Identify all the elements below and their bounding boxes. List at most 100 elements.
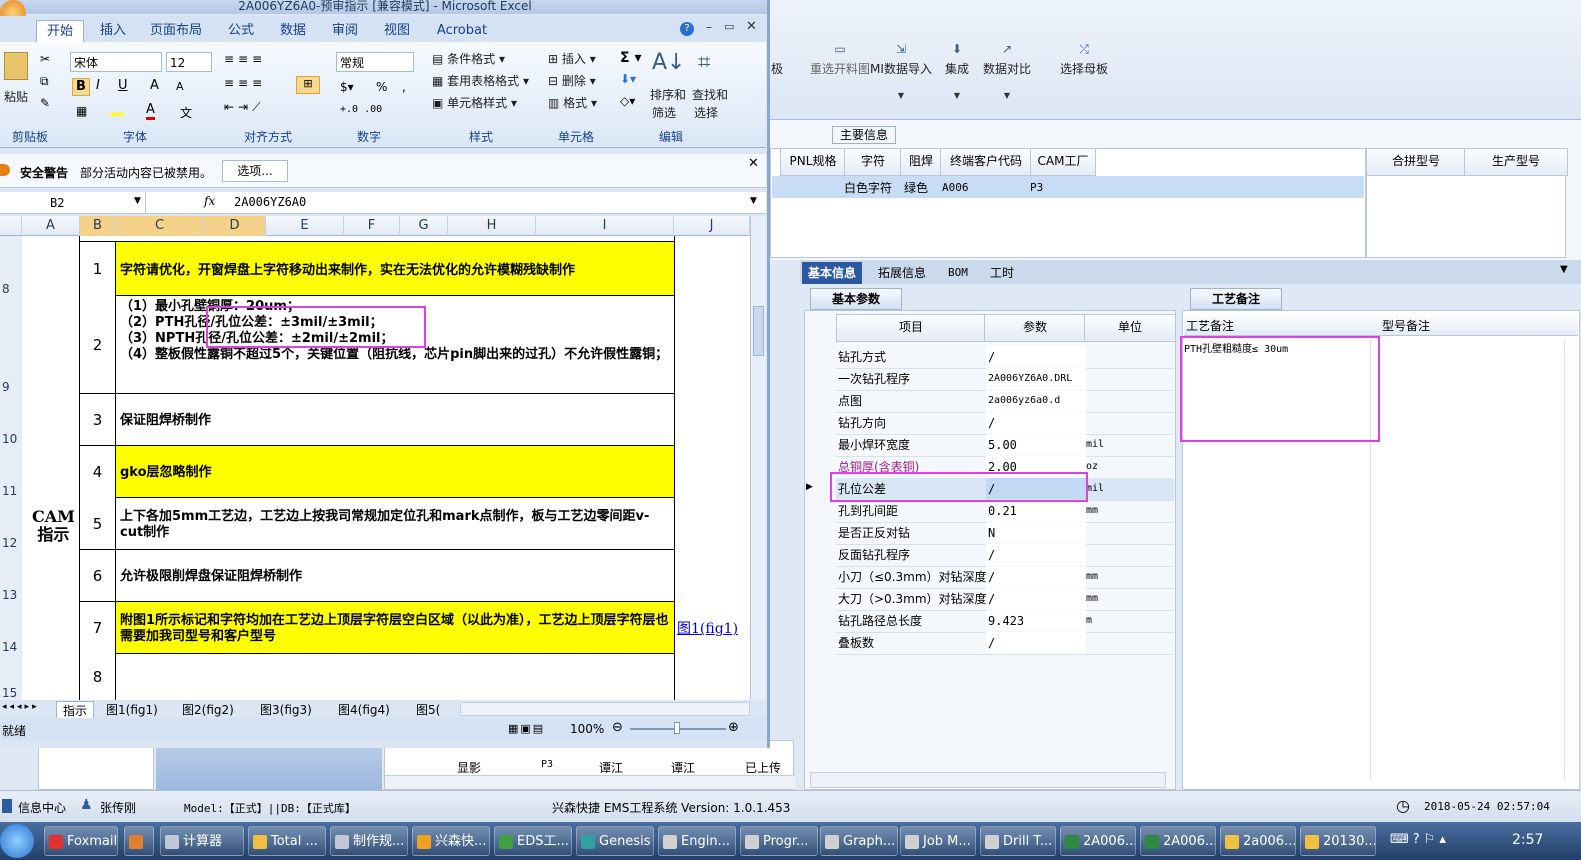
row-header[interactable]: 12 <box>0 498 22 551</box>
select-all[interactable] <box>0 216 22 236</box>
list-item[interactable]: 孔到孔间距 0.21 mm <box>836 500 1174 523</box>
col-header-b[interactable]: B <box>80 216 116 236</box>
close-icon[interactable]: ✕ <box>746 19 757 34</box>
chevron-down-icon[interactable]: ▼ <box>1560 264 1568 275</box>
col-header-production-model[interactable]: 生产型号 <box>1464 148 1568 176</box>
taskbar-item-foxmail[interactable]: Foxmail <box>44 826 118 856</box>
scrollbar[interactable] <box>385 775 795 789</box>
cam-label-cell[interactable] <box>22 236 80 700</box>
integrate-button[interactable]: ⬇ 集成 ▼ <box>940 42 974 100</box>
list-item[interactable]: 点图 2a006yz6a0.d <box>836 390 1174 413</box>
col-header-cam-factory[interactable]: CAM工厂 <box>1030 148 1096 176</box>
row-number-cell[interactable]: 4 <box>80 446 116 498</box>
table-format-button[interactable]: ▦ 套用表格格式 ▾ <box>432 72 529 89</box>
col-header-mask[interactable]: 阻焊 <box>900 148 942 176</box>
shrink-font-button[interactable]: A <box>176 80 184 93</box>
sheet-nav-icons[interactable]: ◂◂◂▸▸ <box>2 702 40 712</box>
restore-icon[interactable]: ▭ <box>724 20 734 33</box>
col-header-merged-model[interactable]: 合拼型号 <box>1366 148 1466 176</box>
sheet-tab-fig5[interactable]: 图5( <box>416 701 440 718</box>
scrollbar[interactable] <box>810 772 1166 788</box>
param-value[interactable]: 2A006YZ6A0.DRL <box>986 368 1086 389</box>
taskbar-clock[interactable]: 2:57 <box>1512 832 1543 848</box>
format-painter-icon[interactable]: ✎ <box>40 96 50 110</box>
start-button-icon[interactable] <box>0 824 34 858</box>
taskbar-item-drill[interactable]: Drill T... <box>980 826 1056 856</box>
param-value[interactable]: / <box>986 632 1086 653</box>
cell-style-button[interactable]: ▣ 单元格样式 ▾ <box>432 94 517 111</box>
list-item[interactable]: 一次钻孔程序 2A006YZ6A0.DRL <box>836 368 1174 391</box>
row-header[interactable]: 9 <box>0 296 22 395</box>
taskbar-item-xingsen[interactable]: 兴森快... <box>412 826 490 856</box>
param-value[interactable]: / <box>986 588 1086 609</box>
row-header[interactable]: 8 <box>0 242 22 297</box>
param-value[interactable]: N <box>986 522 1086 543</box>
row-text-cell[interactable]: 允许极限削焊盘保证阻焊桥制作 <box>116 566 674 588</box>
sort-filter-icon[interactable]: A↓ <box>652 50 685 75</box>
minimize-icon[interactable]: – <box>706 20 712 34</box>
sum-icon[interactable]: Σ ▾ <box>620 50 641 66</box>
taskbar-item-rules[interactable]: 制作规... <box>330 826 408 856</box>
param-value[interactable]: / <box>986 566 1086 587</box>
col-header-char[interactable]: 字符 <box>844 148 902 176</box>
fill-color-icon[interactable] <box>110 104 124 116</box>
col-header-customer-code[interactable]: 终端客户代码 <box>940 148 1032 176</box>
align-top-icons[interactable]: ≡≡≡ <box>224 52 310 72</box>
row-text-cell[interactable]: 上下各加5mm工艺边，工艺边上按我司常规加定位孔和mark点制作，板与工艺边零间… <box>116 506 674 544</box>
param-value[interactable]: 2a006yz6a0.d <box>986 390 1086 411</box>
tab-view[interactable]: 视图 <box>374 20 420 42</box>
tab-process-notes[interactable]: 工艺备注 <box>1190 288 1282 310</box>
param-value[interactable]: 9.423 <box>986 610 1086 631</box>
list-item[interactable]: 反面钻孔程序 / <box>836 544 1174 567</box>
zoom-in-icon[interactable]: ⊕ <box>728 720 739 735</box>
ribbon-button-partial[interactable]: 极 <box>770 42 784 77</box>
taskbar-item-calculator[interactable]: 计算器 <box>160 826 244 856</box>
zoom-out-icon[interactable]: ⊖ <box>612 720 623 735</box>
col-header-g[interactable]: G <box>400 216 448 236</box>
col-header-a[interactable]: A <box>22 216 80 236</box>
copy-icon[interactable]: ⧉ <box>40 74 49 89</box>
underline-button[interactable]: U <box>118 78 128 93</box>
mi-import-button[interactable]: ⇲ MI数据导入 ▼ <box>866 42 936 100</box>
find-select-label-2[interactable]: 选择 <box>694 104 718 121</box>
tab-acrobat[interactable]: Acrobat <box>430 20 494 42</box>
col-header-unit[interactable]: 单位 <box>1084 314 1176 342</box>
font-size-select[interactable]: 12 <box>166 52 212 72</box>
delete-button[interactable]: ⊟ 删除 ▾ <box>548 72 596 89</box>
grow-font-button[interactable]: A <box>150 78 159 93</box>
tab-review[interactable]: 审阅 <box>322 20 368 42</box>
list-item[interactable]: 钻孔方向 / <box>836 412 1174 435</box>
cut-icon[interactable]: ✂ <box>40 52 50 66</box>
taskbar-item-genesis[interactable]: Genesis <box>576 826 654 856</box>
col-header-pnl[interactable]: PNL规格 <box>780 148 846 176</box>
taskbar-item-excel-1[interactable]: 2A006... <box>1060 826 1136 856</box>
font-color-icon[interactable]: A <box>146 102 155 120</box>
expand-formula-icon[interactable]: ▼ <box>750 196 757 206</box>
comma-icon[interactable]: , <box>402 80 406 94</box>
find-select-label[interactable]: 查找和 <box>692 86 728 103</box>
taskbar-item-graph[interactable]: Graph... <box>820 826 898 856</box>
row-text-cell[interactable]: 附图1所示标记和字符均加在工艺边上顶层字符层空白区域（以此为准），工艺边上顶层字… <box>116 610 674 648</box>
currency-icon[interactable]: $▾ <box>340 80 354 94</box>
table-row[interactable] <box>80 654 674 700</box>
row-header[interactable]: 10 <box>0 394 22 447</box>
row-number-cell[interactable]: 5 <box>80 498 116 550</box>
list-item[interactable]: 钻孔方式 / <box>836 346 1174 369</box>
param-value[interactable]: 5.00 <box>986 434 1086 455</box>
tab-home[interactable]: 开始 <box>36 20 84 43</box>
merge-center-icon[interactable]: ⊞ <box>296 76 320 94</box>
param-value[interactable]: / <box>986 346 1086 367</box>
data-compare-button[interactable]: ↗ 数据对比 ▼ <box>980 42 1034 100</box>
paste-icon[interactable] <box>4 52 28 80</box>
decimal-icons[interactable]: +.0 .00 <box>340 104 382 115</box>
tab-extended-info[interactable]: 拓展信息 <box>872 262 932 284</box>
chevron-down-icon[interactable]: ▼ <box>134 196 141 206</box>
tab-formulas[interactable]: 公式 <box>218 20 264 42</box>
fig1-link[interactable]: 图1(fig1) <box>677 618 738 638</box>
scrollbar[interactable] <box>750 216 766 700</box>
close-icon[interactable]: ✕ <box>748 156 759 171</box>
conditional-format-button[interactable]: ▤ 条件格式 ▾ <box>432 50 505 67</box>
row-text-cell[interactable]: 保证阻焊桥制作 <box>116 410 674 432</box>
taskbar-item-jobm[interactable]: Job M... <box>900 826 976 856</box>
percent-icon[interactable]: % <box>376 80 387 94</box>
